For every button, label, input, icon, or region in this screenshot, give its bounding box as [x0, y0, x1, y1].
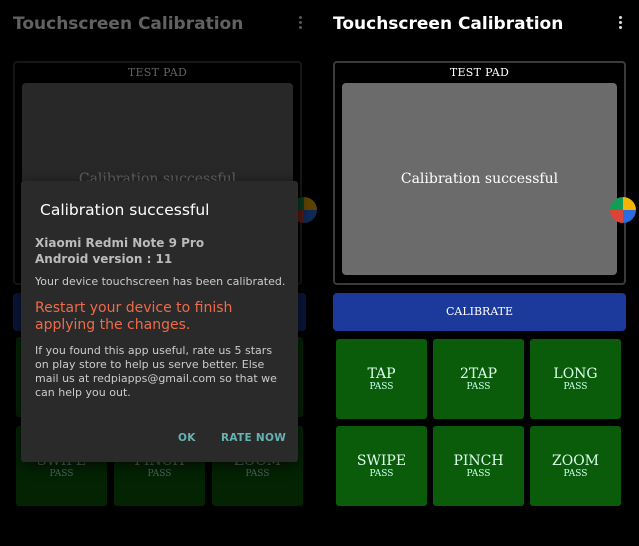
test-name: PINCH	[453, 453, 504, 469]
device-info: Xiaomi Redmi Note 9 Pro Android version …	[35, 235, 204, 267]
calibrated-message: Your device touchscreen has been calibra…	[35, 275, 286, 288]
pad-message: Calibration successful	[400, 171, 559, 187]
test-tile-tap[interactable]: TAP PASS	[336, 339, 427, 419]
test-status: PASS	[466, 469, 491, 479]
test-name: LONG	[553, 366, 598, 382]
test-name: 2TAP	[459, 366, 497, 382]
test-name: TAP	[367, 366, 396, 382]
test-status: PASS	[563, 382, 588, 392]
test-pad-label: TEST PAD	[449, 66, 510, 79]
test-status: PASS	[466, 382, 491, 392]
dialog-title: Calibration successful	[40, 201, 210, 219]
test-tile-pinch[interactable]: PINCH PASS	[433, 426, 524, 506]
rate-now-button[interactable]: RATE NOW	[221, 432, 286, 444]
app-title: Touchscreen Calibration	[333, 14, 564, 34]
test-name: ZOOM	[551, 453, 600, 469]
rate-message: If you found this app useful, rate us 5 …	[35, 344, 277, 399]
device-model: Xiaomi Redmi Note 9 Pro	[35, 236, 205, 250]
app-bar: Touchscreen Calibration	[320, 0, 639, 50]
test-status: PASS	[563, 469, 588, 479]
right-screen: Touchscreen Calibration TEST PAD Calibra…	[320, 0, 639, 546]
android-version: Android version : 11	[35, 252, 173, 266]
touch-pad-area[interactable]: Calibration successful	[342, 83, 617, 275]
restart-warning: Restart your device to finish applying t…	[35, 300, 233, 333]
more-vert-icon[interactable]	[619, 16, 623, 32]
test-status: PASS	[369, 469, 394, 479]
test-pad: TEST PAD Calibration successful	[333, 61, 626, 285]
left-screen: Touchscreen Calibration TEST PAD Calibra…	[0, 0, 319, 546]
test-tile-2tap[interactable]: 2TAP PASS	[433, 339, 524, 419]
calibrate-button[interactable]: CALIBRATE	[333, 293, 626, 331]
test-status: PASS	[369, 382, 394, 392]
test-name: SWIPE	[356, 453, 407, 469]
ok-button[interactable]: OK	[178, 432, 196, 444]
test-tile-long[interactable]: LONG PASS	[530, 339, 621, 419]
calibration-dialog: Calibration successful Xiaomi Redmi Note…	[21, 181, 298, 462]
test-tile-swipe[interactable]: SWIPE PASS	[336, 426, 427, 506]
test-tile-zoom[interactable]: ZOOM PASS	[530, 426, 621, 506]
app-badge-icon[interactable]	[610, 197, 636, 223]
